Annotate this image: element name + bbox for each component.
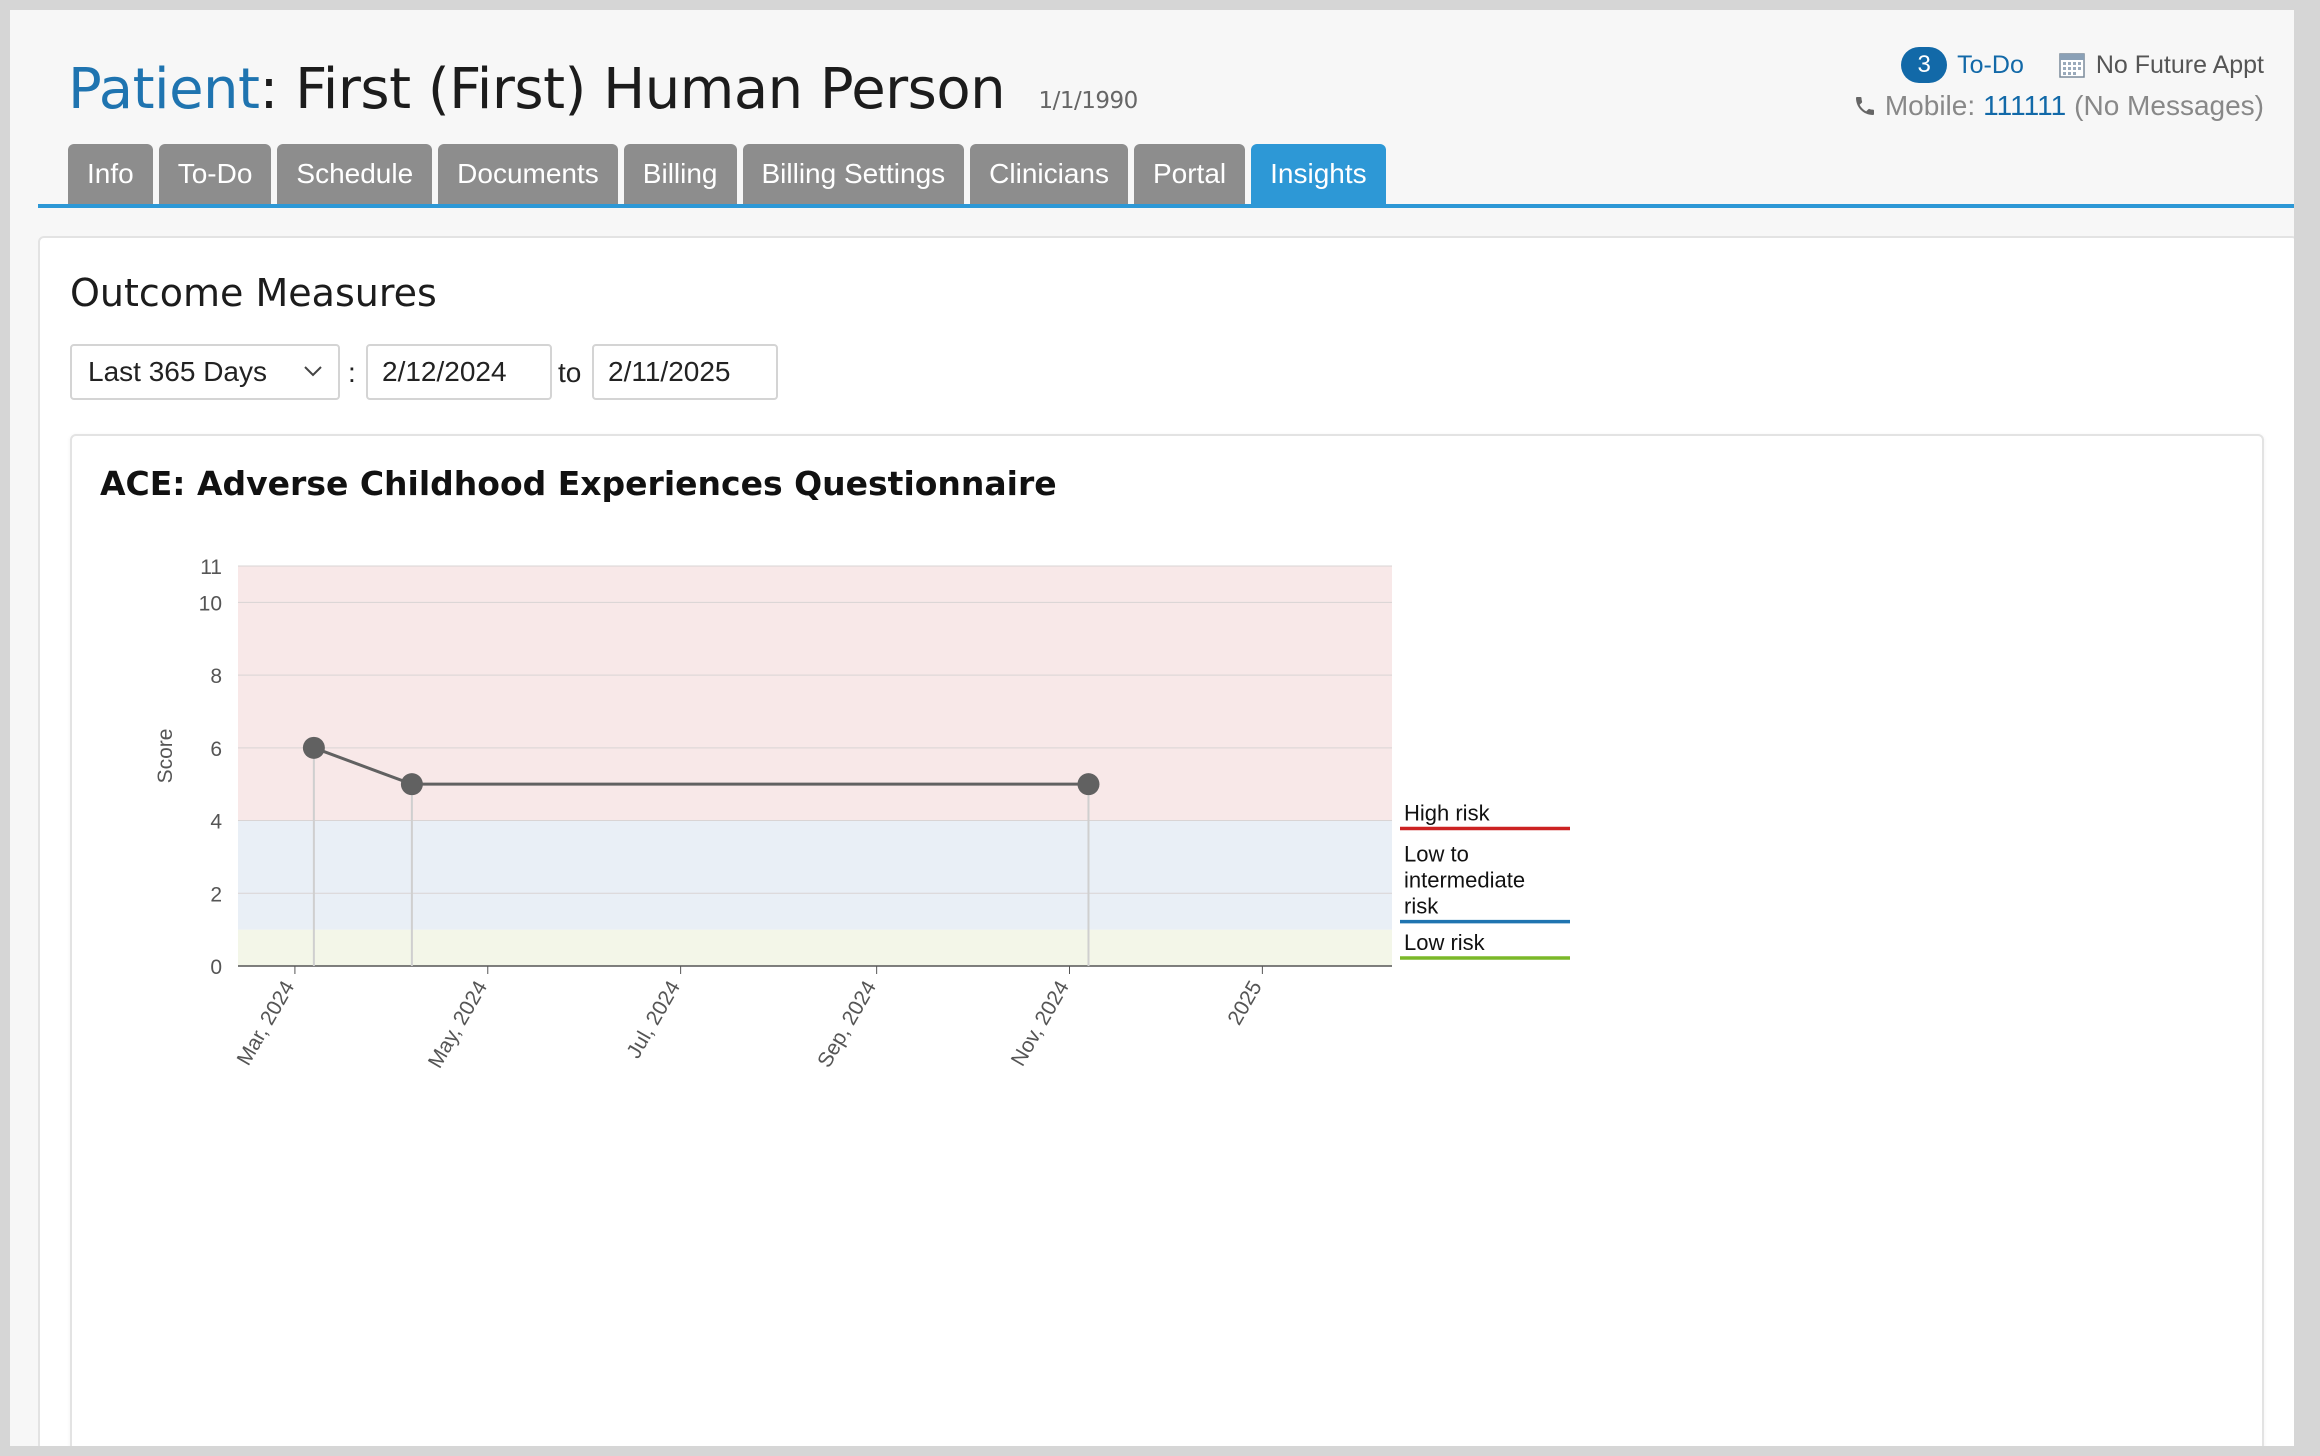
- patient-colon: :: [259, 57, 296, 122]
- x-tick-label: Sep, 2024: [813, 977, 881, 1072]
- tab-schedule[interactable]: Schedule: [277, 144, 433, 204]
- data-point: [1077, 773, 1100, 796]
- y-tick-label: 11: [200, 556, 222, 579]
- x-tick-label: 2025: [1223, 977, 1266, 1029]
- tab-documents[interactable]: Documents: [438, 144, 618, 204]
- tab-clinicians[interactable]: Clinicians: [970, 144, 1128, 204]
- y-axis-label: Score: [154, 729, 177, 784]
- range-colon: :: [348, 357, 356, 388]
- section-title: Outcome Measures: [70, 271, 437, 315]
- patient-name: First (First) Human Person: [295, 57, 1006, 122]
- legend-label: intermediate: [1404, 868, 1525, 893]
- data-point: [302, 736, 325, 759]
- x-tick-label: Mar, 2024: [233, 977, 300, 1070]
- header-actions: 3 To-Do No Future Appt Mobile: 111111 (N…: [1853, 46, 2264, 122]
- appointment-status: No Future Appt: [2095, 50, 2264, 79]
- legend-label: Low to: [1404, 842, 1469, 867]
- x-tick-label: May, 2024: [424, 977, 492, 1072]
- outcome-chart: 0 2 4 6 8 10 11 Mar, 2024 May, 2024 Jul, 2024 Sep,…: [154, 556, 1570, 1072]
- y-tick-label: 6: [210, 738, 222, 761]
- x-tick-label: Nov, 2024: [1007, 977, 1074, 1070]
- messages-status: (No Messages): [2074, 90, 2264, 121]
- mobile-label: Mobile:: [1884, 90, 1976, 121]
- patient-dob: 1/1/1990: [1038, 88, 1138, 114]
- mobile-number-link[interactable]: 111111: [1983, 90, 2066, 122]
- to-label: to: [558, 357, 582, 388]
- patient-tabs: Info To-Do Schedule Documents Billing Bi…: [68, 144, 1386, 204]
- calendar-icon: [2059, 53, 2085, 78]
- y-tick-label: 4: [210, 811, 222, 834]
- y-tick-label: 2: [210, 883, 222, 906]
- y-tick-label: 0: [210, 956, 222, 979]
- date-range-select[interactable]: Last 365 Days: [70, 344, 340, 400]
- todo-link[interactable]: To-Do: [1957, 51, 2024, 80]
- chart-card: ACE: Adverse Childhood Experiences Quest…: [70, 434, 2264, 1446]
- patient-header: Patient: First (First) Human Person 1/1/…: [68, 50, 1138, 141]
- tab-billing[interactable]: Billing: [623, 144, 737, 204]
- tab-info[interactable]: Info: [68, 144, 153, 204]
- legend-label: Low risk: [1404, 930, 1486, 955]
- patient-label: Patient: [68, 57, 260, 122]
- tab-insights[interactable]: Insights: [1251, 144, 1386, 204]
- app-window: Patient: First (First) Human Person 1/1/…: [10, 10, 2294, 1446]
- legend-label: High risk: [1404, 801, 1491, 826]
- tab-portal[interactable]: Portal: [1133, 144, 1246, 204]
- chevron-down-icon: [304, 366, 322, 377]
- y-tick-label: 10: [199, 592, 222, 615]
- insights-panel: Outcome Measures Last 365 Days : 2/12/20…: [38, 236, 2294, 1446]
- x-tick-label: Jul, 2024: [622, 977, 685, 1063]
- date-range-value: Last 365 Days: [88, 356, 267, 387]
- tab-billing-settings[interactable]: Billing Settings: [742, 144, 965, 204]
- tab-underline: [38, 204, 2294, 208]
- start-date-input[interactable]: 2/12/2024: [366, 344, 552, 400]
- y-tick-label: 8: [210, 665, 222, 688]
- data-point: [400, 773, 423, 796]
- legend-label: risk: [1404, 894, 1439, 919]
- end-date-input[interactable]: 2/11/2025: [592, 344, 778, 400]
- tab-todo[interactable]: To-Do: [158, 144, 272, 204]
- todo-count-badge[interactable]: 3: [1901, 47, 1948, 83]
- phone-icon: [1855, 97, 1874, 115]
